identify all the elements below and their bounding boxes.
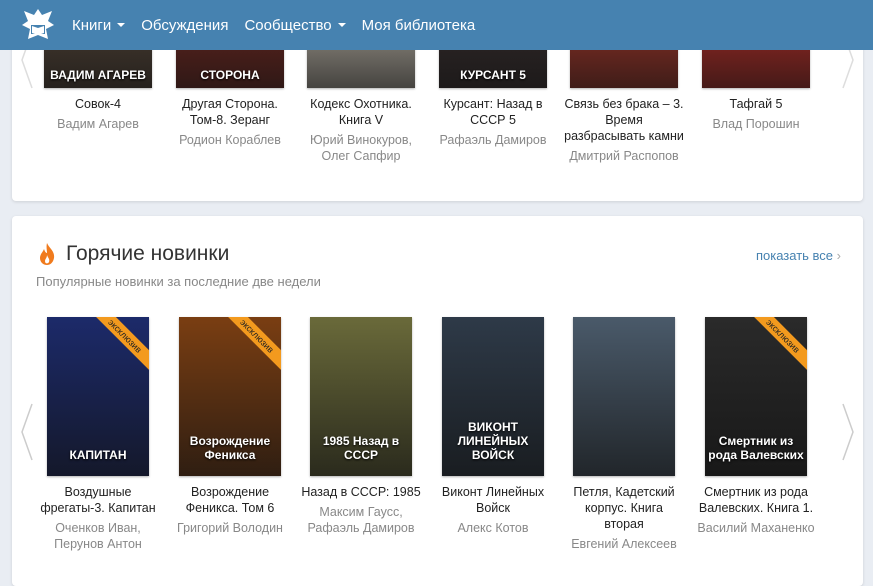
book-item[interactable]: КАПИТАН эксклюзив Воздушные фрегаты-3. Кап…: [38, 317, 158, 552]
carousel-prev-button[interactable]: [20, 402, 34, 462]
caret-down-icon: [117, 23, 126, 27]
nav-label: Книги: [72, 16, 112, 34]
book-title[interactable]: Назад в СССР: 1985: [301, 484, 421, 500]
book-author[interactable]: Родион Кораблев: [170, 132, 290, 148]
book-title[interactable]: Курсант: Назад в СССР 5: [433, 96, 553, 128]
book-author[interactable]: Евгений Алексеев: [564, 536, 684, 552]
section-title: Горячие новинки: [66, 242, 230, 265]
book-author[interactable]: Оченков Иван, Перунов Антон: [38, 520, 158, 552]
hot-new-card: Горячие новинки Популярные новинки за по…: [12, 216, 863, 586]
nav-label: Сообщество: [244, 16, 332, 34]
show-all-link[interactable]: показать все ›: [756, 248, 841, 263]
book-title[interactable]: Воздушные фрегаты-3. Капитан: [38, 484, 158, 516]
nav-discussions[interactable]: Обсуждения: [141, 17, 228, 34]
book-title[interactable]: Совок-4: [38, 96, 158, 112]
book-title[interactable]: Связь без брака – 3. Время разбрасывать …: [564, 96, 684, 144]
book-author[interactable]: Максим Гаусс, Рафаэль Дамиров: [301, 504, 421, 536]
book-cover[interactable]: ВИКОНТ ЛИНЕЙНЫХ ВОЙСК: [442, 317, 544, 476]
book-title[interactable]: Кодекс Охотника. Книга V: [301, 96, 421, 128]
site-logo[interactable]: [18, 5, 58, 45]
book-item[interactable]: Смертник из рода Валевских эксклюзив Смерт…: [696, 317, 816, 536]
cover-text: КУРСАНТ 5: [460, 68, 526, 82]
book-title[interactable]: Петля, Кадетский корпус. Книга вторая: [564, 484, 684, 532]
chevron-right-icon: ›: [836, 248, 841, 263]
book-author[interactable]: Рафаэль Дамиров: [433, 132, 553, 148]
nav-label: Обсуждения: [141, 16, 229, 34]
book-author[interactable]: Алекс Котов: [433, 520, 553, 536]
book-cover[interactable]: КАПИТАН эксклюзив: [47, 317, 149, 476]
cover-text: СТОРОНА: [200, 68, 260, 82]
nav-community[interactable]: Сообщество: [244, 16, 346, 34]
exclusive-ribbon: эксклюзив: [216, 317, 281, 377]
nav-my-library[interactable]: Моя библиотека: [362, 17, 476, 34]
book-author[interactable]: Юрий Винокуров, Олег Сапфир: [301, 132, 421, 164]
cover-text: КАПИТАН: [69, 448, 127, 462]
book-title[interactable]: Смертник из рода Валевских. Книга 1.: [696, 484, 816, 516]
cover-text: Смертник из рода Валевских: [708, 434, 804, 462]
cover-text: ВИКОНТ ЛИНЕЙНЫХ ВОЙСК: [457, 420, 529, 462]
book-item[interactable]: ВИКОНТ ЛИНЕЙНЫХ ВОЙСК Виконт Линейных Вой…: [433, 317, 553, 536]
top-nav: Книги Обсуждения Сообщество Моя библиоте…: [0, 0, 873, 50]
cover-text: Возрождение Феникса: [189, 434, 271, 462]
book-cover[interactable]: Смертник из рода Валевских эксклюзив: [705, 317, 807, 476]
section-subtitle: Популярные новинки за последние две неде…: [36, 274, 321, 289]
book-cover[interactable]: [573, 317, 675, 476]
book-title[interactable]: Возрождение Феникса. Том 6: [170, 484, 290, 516]
exclusive-ribbon: эксклюзив: [742, 317, 807, 377]
fire-icon: [40, 243, 55, 265]
exclusive-ribbon: эксклюзив: [84, 317, 149, 377]
show-all-label: показать все: [755, 248, 834, 263]
caret-down-icon: [337, 23, 346, 27]
book-title[interactable]: Другая Сторона. Том-8. Зеранг: [170, 96, 290, 128]
cover-text: ВАДИМ АГАРЕВ: [50, 68, 146, 82]
carousel-next-button[interactable]: [841, 402, 855, 462]
book-item[interactable]: 1985 Назад в СССР Назад в СССР: 1985 Макси…: [301, 317, 421, 536]
book-author[interactable]: Василий Маханенко: [696, 520, 816, 536]
cover-text: 1985 Назад в СССР: [322, 434, 400, 462]
nav-books[interactable]: Книги: [72, 16, 126, 34]
book-item[interactable]: Возрождение Феникса эксклюзив Возрождение …: [170, 317, 290, 536]
book-author[interactable]: Вадим Агарев: [38, 116, 158, 132]
book-title[interactable]: Виконт Линейных Войск: [433, 484, 553, 516]
book-author[interactable]: Дмитрий Распопов: [564, 148, 684, 164]
book-cover[interactable]: 1985 Назад в СССР: [310, 317, 412, 476]
book-cover[interactable]: Возрождение Феникса эксклюзив: [179, 317, 281, 476]
book-author[interactable]: Григорий Володин: [170, 520, 290, 536]
book-author[interactable]: Влад Порошин: [696, 116, 816, 132]
section-heading: Горячие новинки: [36, 242, 229, 266]
nav-label: Моя библиотека: [361, 16, 476, 34]
book-title[interactable]: Тафгай 5: [696, 96, 816, 112]
book-item[interactable]: Петля, Кадетский корпус. Книга вторая Евг…: [564, 317, 684, 552]
